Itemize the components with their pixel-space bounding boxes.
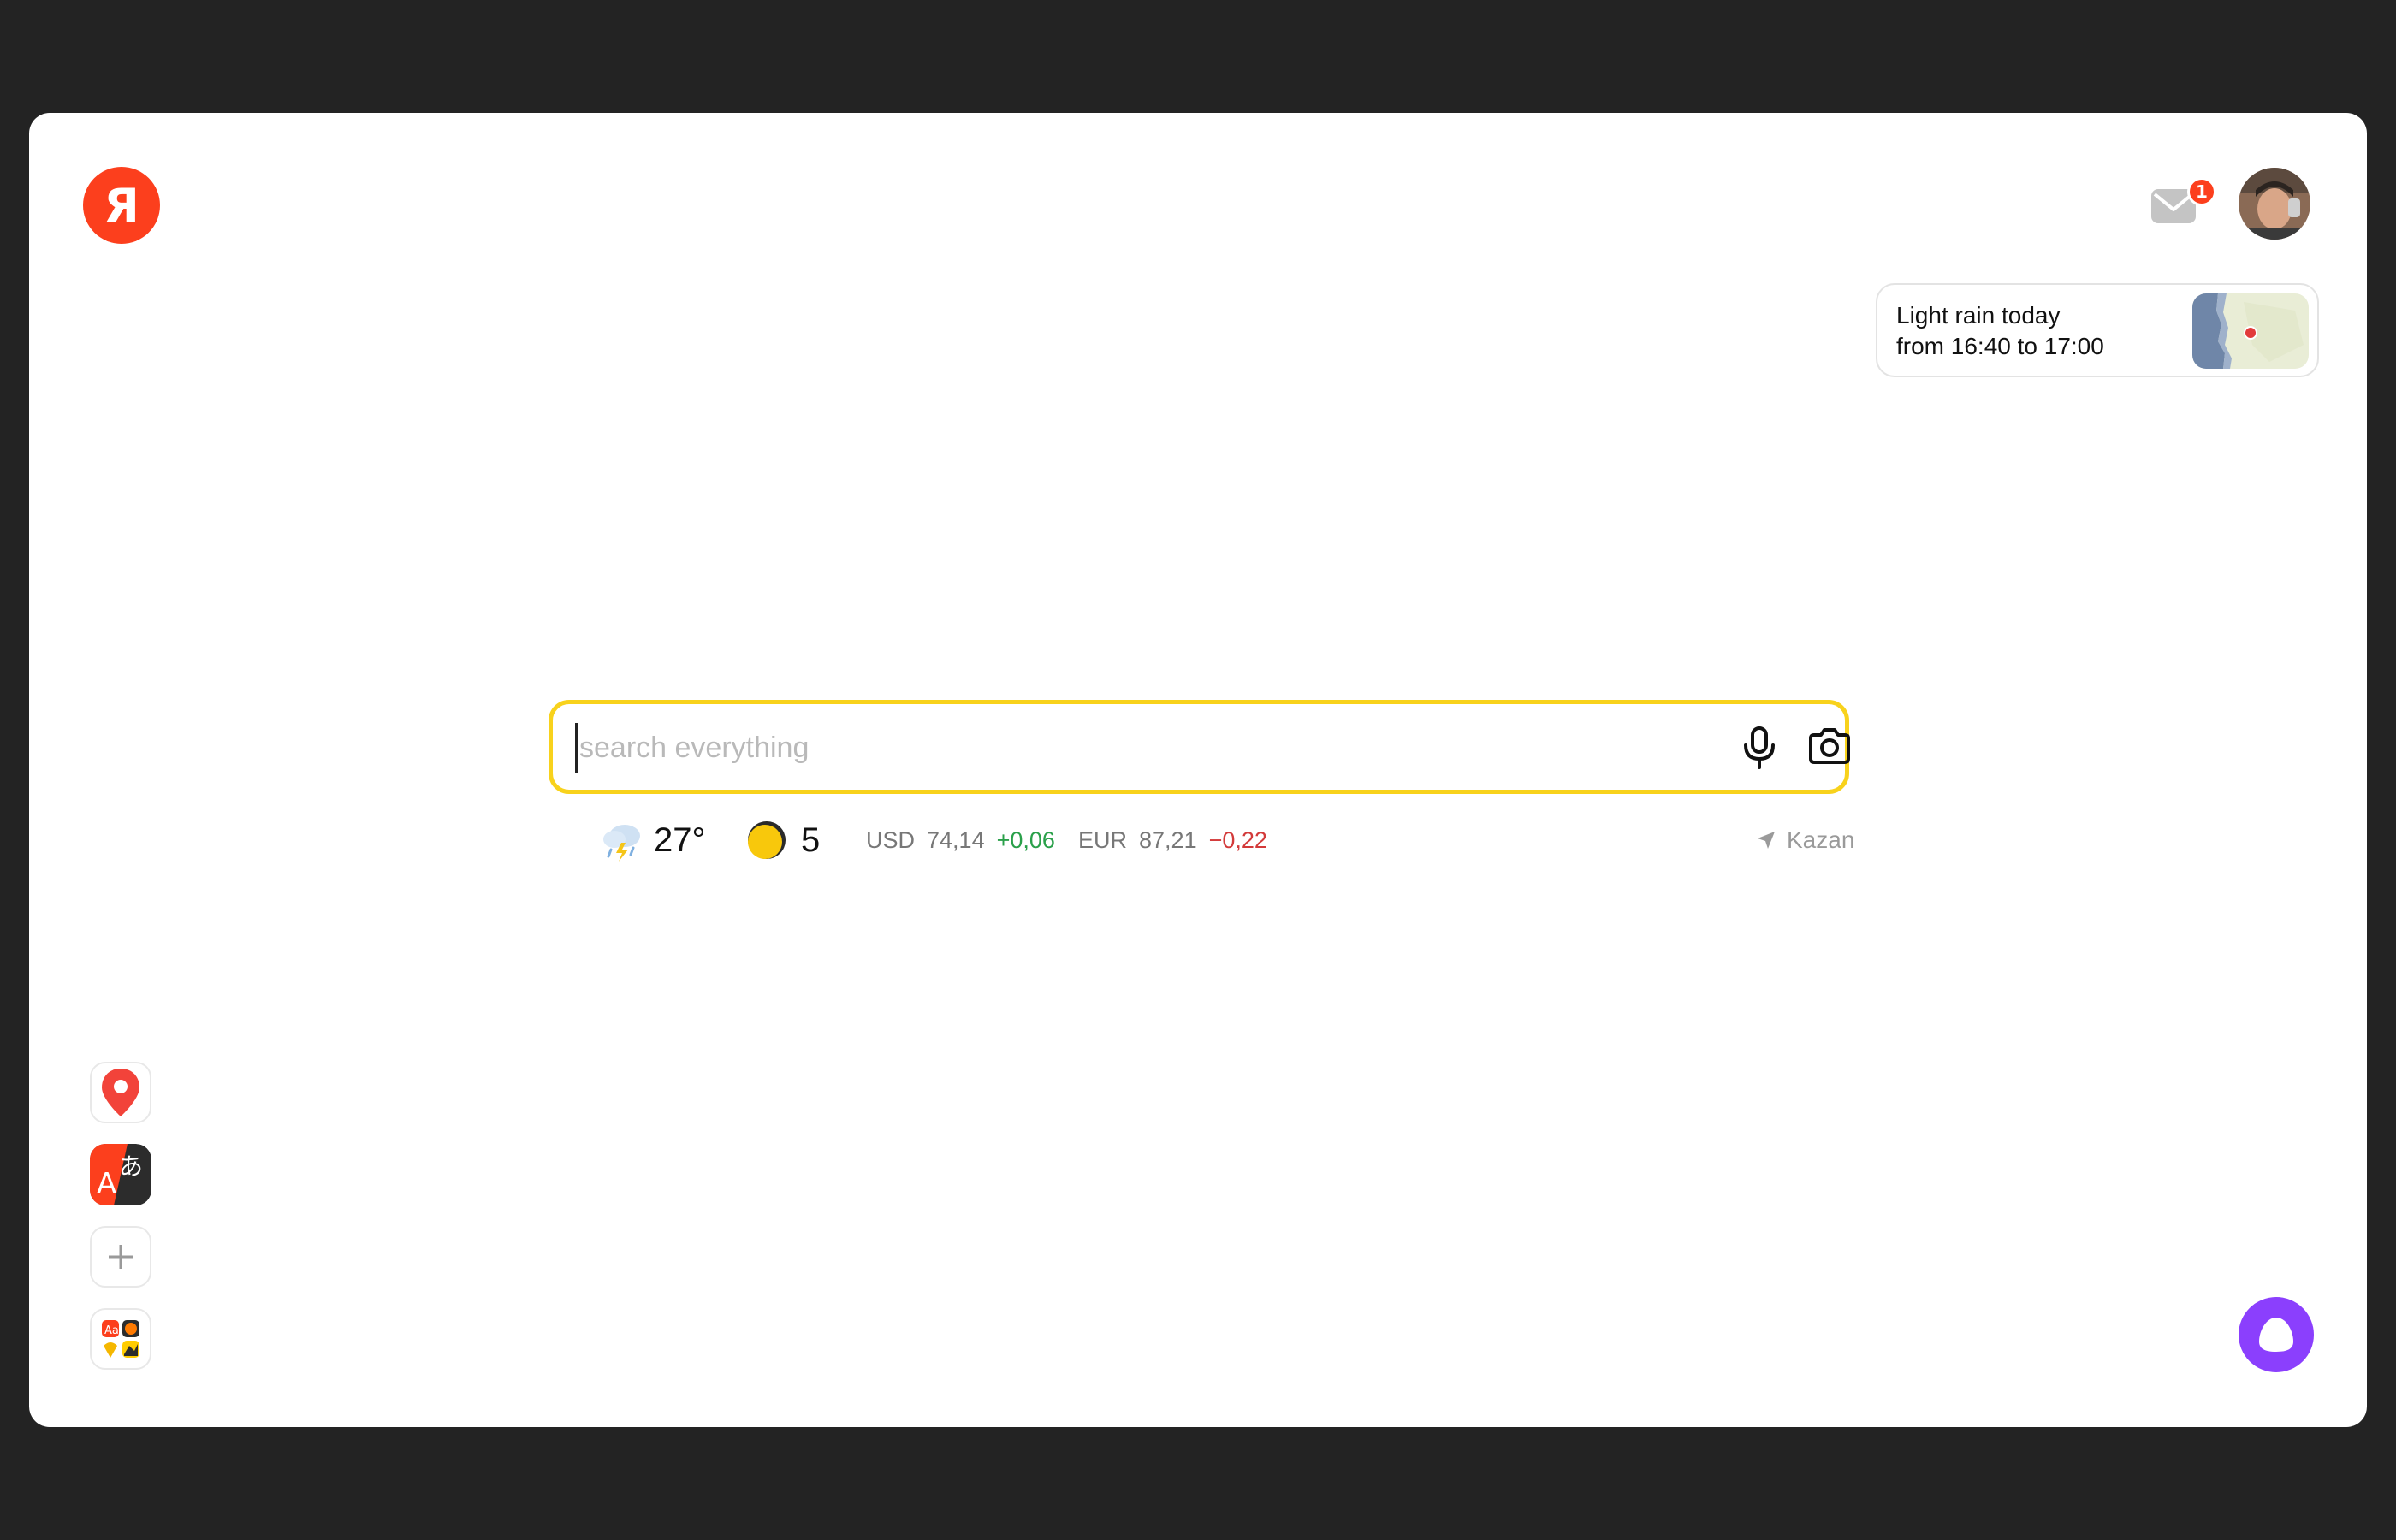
traffic-icon: [748, 821, 786, 859]
camera-icon: [1809, 728, 1850, 764]
browser-window: Я 1 Light rain today from 16:40 to 17:00: [29, 113, 2367, 1427]
eur-change: −0,22: [1208, 826, 1267, 853]
add-app-button[interactable]: [90, 1226, 151, 1288]
alice-icon: [2259, 1318, 2293, 1352]
voice-search-button[interactable]: [1735, 723, 1783, 771]
city-name: Kazan: [1787, 826, 1855, 853]
search-box: [549, 700, 1850, 794]
usd-change: +0,06: [996, 826, 1055, 853]
usd-label: USD: [866, 826, 916, 853]
svg-text:あ: あ: [119, 1152, 143, 1181]
image-search-button[interactable]: [1806, 723, 1853, 771]
svg-text:A: A: [97, 1167, 116, 1201]
microphone-icon: [1744, 726, 1775, 769]
avatar[interactable]: [2239, 168, 2310, 240]
eur-value: 87,21: [1139, 826, 1197, 853]
thunderstorm-icon: [603, 825, 640, 862]
logo-letter: Я: [104, 178, 139, 233]
rain-forecast-card[interactable]: Light rain today from 16:40 to 17:00: [1876, 283, 2319, 377]
translate-icon: A あ: [90, 1144, 151, 1205]
avatar-image: [2239, 168, 2310, 240]
usd-rate[interactable]: USD 74,14 +0,06: [866, 814, 1055, 866]
traffic-score: 5: [801, 820, 821, 859]
plus-icon: [109, 1245, 133, 1269]
eur-rate[interactable]: EUR 87,21 −0,22: [1078, 814, 1267, 866]
usd-value: 74,14: [927, 826, 985, 853]
eur-label: EUR: [1078, 826, 1128, 853]
app-maps[interactable]: [90, 1062, 151, 1123]
search-input[interactable]: [575, 723, 1693, 773]
apps-grid-icon: Aa: [102, 1320, 139, 1358]
map-pin-icon: [102, 1069, 139, 1116]
rain-forecast-line2: from 16:40 to 17:00: [1896, 333, 2104, 359]
rain-map-thumbnail: [2192, 293, 2309, 369]
app-translate[interactable]: A あ: [90, 1144, 151, 1205]
mail-badge: 1: [2187, 177, 2216, 206]
rain-forecast-line1: Light rain today: [1896, 302, 2061, 329]
mail-button[interactable]: 1: [2150, 177, 2218, 237]
all-services-button[interactable]: Aa: [90, 1308, 151, 1370]
location-arrow-icon: [1758, 832, 1775, 849]
info-bar: 27° 5 USD 74,14 +0,06 EUR 87,21 −0,22 Ka…: [568, 814, 1854, 866]
location-selector[interactable]: Kazan: [1756, 814, 1854, 866]
rain-forecast-text: Light rain today from 16:40 to 17:00: [1896, 300, 2104, 362]
weather-widget[interactable]: 27°: [599, 814, 706, 866]
svg-text:Aa: Aa: [104, 1324, 119, 1337]
alice-assistant-button[interactable]: [2239, 1297, 2314, 1372]
traffic-widget[interactable]: 5: [746, 814, 820, 866]
temperature-value: 27°: [654, 820, 706, 859]
yandex-logo[interactable]: Я: [83, 167, 160, 244]
